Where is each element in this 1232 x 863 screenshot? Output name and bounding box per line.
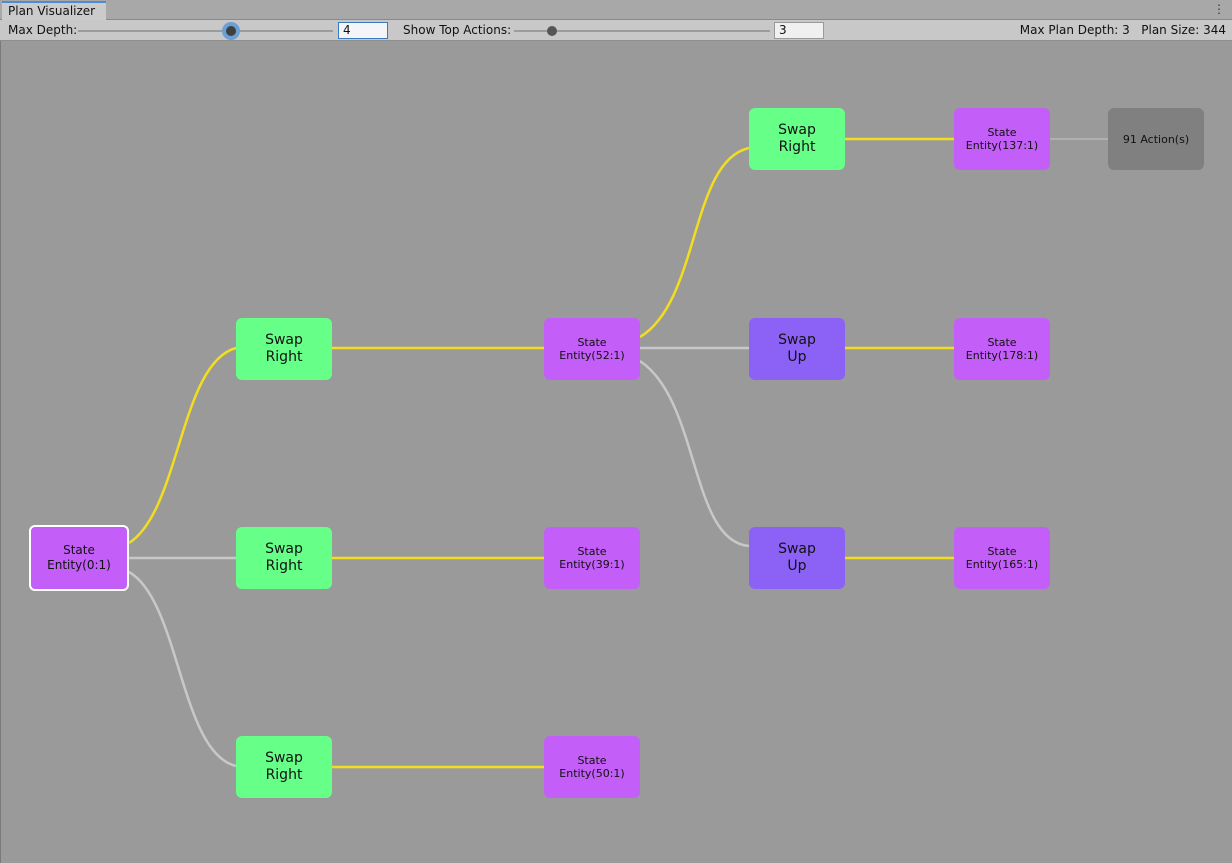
action-node-swap-right[interactable]: Swap Right bbox=[236, 527, 332, 589]
action-label-line1: Swap bbox=[778, 541, 816, 557]
collapsed-actions-label: 91 Action(s) bbox=[1122, 132, 1190, 146]
node-subtitle: Entity(137:1) bbox=[965, 139, 1039, 152]
action-label-line1: Swap bbox=[778, 332, 816, 348]
max-depth-slider[interactable] bbox=[78, 30, 333, 32]
action-node-swap-right[interactable]: Swap Right bbox=[236, 736, 332, 798]
node-subtitle: Entity(165:1) bbox=[965, 558, 1039, 571]
edge-root-action1 bbox=[128, 346, 237, 545]
node-subtitle: Entity(178:1) bbox=[965, 349, 1039, 362]
state-node-entity-39[interactable]: State Entity(39:1) bbox=[544, 527, 640, 589]
node-subtitle: Entity(52:1) bbox=[559, 349, 625, 362]
action-label-line1: Swap bbox=[778, 122, 816, 138]
action-node-swap-up[interactable]: Swap Up bbox=[749, 318, 845, 380]
max-plan-depth-text: Max Plan Depth: 3 bbox=[1019, 23, 1130, 37]
node-title: State bbox=[577, 754, 607, 767]
action-label-line2: Right bbox=[265, 558, 303, 574]
node-subtitle: Entity(50:1) bbox=[559, 767, 625, 780]
state-node-entity-178[interactable]: State Entity(178:1) bbox=[954, 318, 1050, 380]
toolbar: Max Depth: 4 Show Top Actions: 3 Max Pla… bbox=[0, 20, 1232, 41]
action-label-line2: Right bbox=[265, 767, 303, 783]
edge-state52-swapright bbox=[639, 146, 750, 339]
node-title: State bbox=[987, 336, 1017, 349]
tab-plan-visualizer[interactable]: Plan Visualizer bbox=[2, 1, 106, 20]
state-node-entity-165[interactable]: State Entity(165:1) bbox=[954, 527, 1050, 589]
edge-state52-swapup2 bbox=[639, 359, 750, 548]
kebab-menu-icon[interactable]: ⋮ bbox=[1213, 3, 1225, 15]
node-title: State bbox=[987, 545, 1017, 558]
collapsed-actions-node[interactable]: 91 Action(s) bbox=[1108, 108, 1204, 170]
action-node-swap-right[interactable]: Swap Right bbox=[236, 318, 332, 380]
state-node-entity-52[interactable]: State Entity(52:1) bbox=[544, 318, 640, 380]
node-title: State bbox=[63, 543, 95, 557]
top-actions-label: Show Top Actions: bbox=[403, 23, 512, 37]
max-depth-field[interactable]: 4 bbox=[338, 22, 388, 39]
node-subtitle: Entity(0:1) bbox=[47, 558, 111, 572]
action-node-swap-right[interactable]: Swap Right bbox=[749, 108, 845, 170]
max-depth-slider-thumb[interactable] bbox=[226, 26, 236, 36]
action-label-line2: Right bbox=[265, 349, 303, 365]
plan-size-text: Plan Size: 344 bbox=[1141, 23, 1226, 37]
state-node-root[interactable]: State Entity(0:1) bbox=[29, 525, 129, 591]
action-label-line1: Swap bbox=[265, 541, 303, 557]
action-label-line1: Swap bbox=[265, 332, 303, 348]
node-title: State bbox=[987, 126, 1017, 139]
action-label-line2: Up bbox=[787, 349, 807, 365]
graph-canvas[interactable]: State Entity(0:1) Swap Right Swap Right Swa… bbox=[0, 41, 1232, 863]
action-label-line1: Swap bbox=[265, 750, 303, 766]
node-subtitle: Entity(39:1) bbox=[559, 558, 625, 571]
top-actions-slider-thumb[interactable] bbox=[547, 26, 558, 36]
edge-root-action3 bbox=[128, 570, 237, 768]
action-label-line2: Right bbox=[778, 139, 816, 155]
top-actions-field[interactable]: 3 bbox=[774, 22, 824, 39]
state-node-entity-137[interactable]: State Entity(137:1) bbox=[954, 108, 1050, 170]
tab-bar: Plan Visualizer ⋮ bbox=[0, 0, 1232, 20]
node-title: State bbox=[577, 545, 607, 558]
plan-stats: Max Plan Depth: 3 Plan Size: 344 bbox=[1020, 23, 1226, 37]
state-node-entity-50[interactable]: State Entity(50:1) bbox=[544, 736, 640, 798]
action-label-line2: Up bbox=[787, 558, 807, 574]
max-depth-label: Max Depth: bbox=[8, 23, 78, 37]
action-node-swap-up[interactable]: Swap Up bbox=[749, 527, 845, 589]
node-title: State bbox=[577, 336, 607, 349]
